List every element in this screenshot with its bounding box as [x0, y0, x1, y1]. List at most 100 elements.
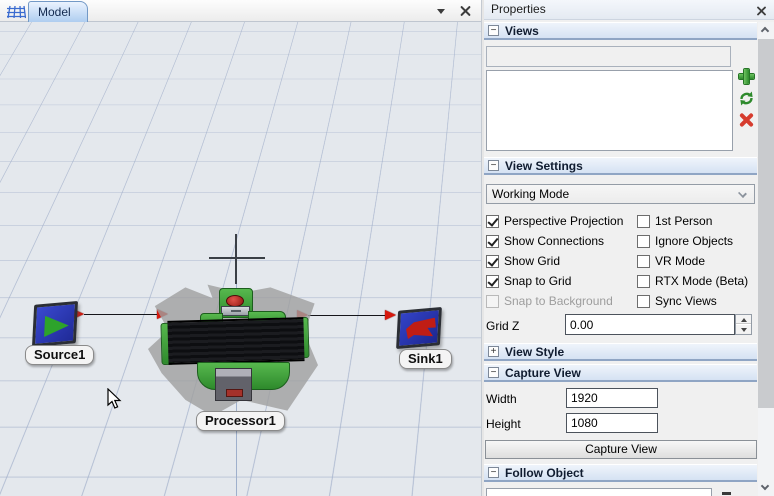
object-source[interactable] [32, 301, 78, 347]
section-header-follow-object[interactable]: − Follow Object [484, 464, 757, 482]
object-label-sink: Sink1 [399, 349, 452, 369]
checkbox-label[interactable]: Perspective Projection [504, 214, 623, 228]
3d-viewport[interactable]: Source1 Processor1 Sink1 [0, 22, 481, 496]
grid-z-input[interactable] [565, 314, 735, 335]
checkbox-label[interactable]: Ignore Objects [655, 234, 733, 248]
properties-close-icon[interactable] [757, 6, 767, 16]
tab-model[interactable]: Model [28, 1, 88, 22]
conveyor-belt [167, 317, 304, 365]
checkbox-row-1st-person: 1st Person [637, 213, 712, 229]
origin-crosshair-icon [235, 234, 237, 284]
viewport-tab-bar: Model [0, 0, 481, 22]
checkbox-row-rtx-mode: RTX Mode (Beta) [637, 273, 748, 289]
snap-to-grid-checkbox[interactable] [486, 275, 499, 288]
grid-z-label: Grid Z [486, 319, 519, 333]
capture-height-label: Height [486, 417, 521, 431]
collapse-icon[interactable]: − [488, 467, 499, 478]
sink-symbol-icon [405, 317, 436, 340]
connection-line-source-processor [84, 314, 162, 315]
view-name-input[interactable] [486, 46, 731, 67]
checkbox-label[interactable]: Show Connections [504, 234, 604, 248]
sync-views-checkbox[interactable] [637, 295, 650, 308]
section-header-view-settings[interactable]: − View Settings [484, 157, 757, 175]
capture-width-input[interactable] [566, 388, 658, 408]
properties-panel-title: Properties [484, 0, 774, 20]
render-mode-dropdown[interactable]: Working Mode [486, 184, 755, 204]
show-grid-checkbox[interactable] [486, 255, 499, 268]
refresh-views-icon[interactable] [738, 90, 755, 107]
section-header-views[interactable]: − Views [484, 22, 757, 40]
section-title: Follow Object [505, 466, 584, 480]
grid-z-stepper [735, 314, 752, 335]
object-label-source: Source1 [25, 345, 94, 365]
checkbox-label[interactable]: 1st Person [655, 214, 712, 228]
properties-panel: Properties − Views − View Settings Worki… [484, 0, 774, 496]
collapse-icon[interactable]: − [488, 367, 499, 378]
checkbox-row-show-grid: Show Grid [486, 253, 560, 269]
scrollbar-thumb[interactable] [758, 39, 774, 408]
collapse-icon[interactable]: − [488, 25, 499, 36]
mouse-cursor-icon [107, 388, 123, 410]
checkbox-row-perspective-projection: Perspective Projection [486, 213, 623, 229]
properties-title-text: Properties [491, 2, 546, 16]
add-view-icon[interactable] [738, 68, 755, 85]
checkbox-label[interactable]: Show Grid [504, 254, 560, 268]
object-sink[interactable] [396, 307, 442, 349]
follow-object-field-partial[interactable] [486, 488, 712, 496]
follow-object-button-partial [722, 492, 731, 495]
object-label-processor: Processor1 [196, 411, 285, 431]
checkbox-row-snap-to-grid: Snap to Grid [486, 273, 571, 289]
section-title: View Settings [505, 159, 583, 173]
section-title: View Style [505, 345, 564, 359]
tab-model-label: Model [38, 5, 71, 19]
checkbox-label[interactable]: RTX Mode (Beta) [655, 274, 748, 288]
checkbox-label[interactable]: Sync Views [655, 294, 717, 308]
checkbox-label: Snap to Background [504, 294, 613, 308]
origin-crosshair-icon [209, 257, 265, 259]
flow-arrow-icon [385, 310, 396, 320]
checkbox-row-show-connections: Show Connections [486, 233, 604, 249]
scroll-down-icon[interactable] [758, 479, 774, 496]
capture-height-input[interactable] [566, 413, 658, 433]
snap-to-background-checkbox [486, 295, 499, 308]
application-window: Model [0, 0, 774, 496]
ignore-objects-checkbox[interactable] [637, 235, 650, 248]
grid-icon [6, 4, 26, 19]
capture-view-button[interactable]: Capture View [485, 440, 757, 459]
stepper-up-icon[interactable] [736, 315, 751, 324]
first-person-checkbox[interactable] [637, 215, 650, 228]
collapse-icon[interactable]: − [488, 160, 499, 171]
section-title: Capture View [505, 366, 581, 380]
properties-scrollbar[interactable] [758, 22, 774, 496]
capture-width-label: Width [486, 392, 517, 406]
checkbox-row-sync-views: Sync Views [637, 293, 717, 309]
perspective-projection-checkbox[interactable] [486, 215, 499, 228]
show-connections-checkbox[interactable] [486, 235, 499, 248]
checkbox-row-vr-mode: VR Mode [637, 253, 705, 269]
stepper-down-icon[interactable] [736, 324, 751, 333]
tab-list-dropdown-icon[interactable] [437, 9, 445, 14]
section-header-capture-view[interactable]: − Capture View [484, 364, 757, 382]
checkbox-label[interactable]: Snap to Grid [504, 274, 571, 288]
section-title: Views [505, 24, 539, 38]
checkbox-label[interactable]: VR Mode [655, 254, 705, 268]
views-listbox[interactable] [486, 70, 733, 151]
render-mode-value: Working Mode [492, 187, 569, 201]
rtx-mode-checkbox[interactable] [637, 275, 650, 288]
object-processor[interactable] [160, 284, 310, 406]
processor-conveyor [159, 316, 310, 368]
checkbox-row-snap-to-background: Snap to Background [486, 293, 613, 309]
scroll-up-icon[interactable] [758, 22, 774, 39]
source-play-icon [42, 312, 70, 340]
expand-icon[interactable]: + [488, 346, 499, 357]
connection-line-processor-sink [308, 315, 388, 316]
delete-view-icon[interactable] [738, 111, 755, 128]
processor-panel [221, 306, 250, 316]
checkbox-row-ignore-objects: Ignore Objects [637, 233, 733, 249]
tab-close-icon[interactable] [460, 5, 471, 16]
model-pane: Model [0, 0, 481, 496]
section-header-view-style[interactable]: + View Style [484, 343, 757, 361]
processor-control-box [215, 368, 252, 401]
vr-mode-checkbox[interactable] [637, 255, 650, 268]
chevron-down-icon [738, 189, 747, 198]
